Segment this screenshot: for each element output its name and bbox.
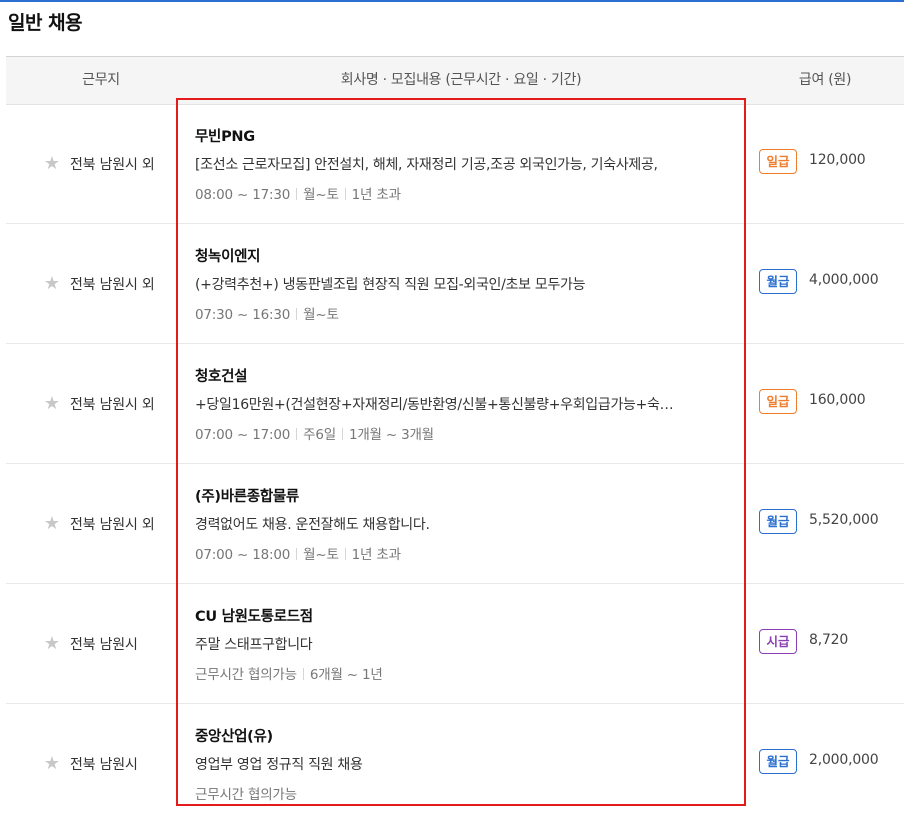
star-icon[interactable]: ★ — [42, 274, 62, 294]
pay-type-badge: 시급 — [759, 629, 797, 654]
pay-type-badge: 월급 — [759, 509, 797, 534]
top-accent-line — [0, 0, 904, 2]
section-title: 일반 채용 — [8, 12, 83, 34]
header-info: 회사명 · 모집내용 (근무시간 · 요일 · 기간) — [340, 72, 582, 88]
job-location: 전북 남원시 외 — [70, 397, 155, 413]
job-location: 전북 남원시 — [70, 637, 138, 653]
header-pay: 급여 (원) — [798, 72, 852, 88]
pay-amount: 160,000 — [809, 392, 866, 408]
pay-amount: 8,720 — [809, 632, 849, 648]
job-location: 전북 남원시 — [70, 757, 138, 773]
pay-amount: 5,520,000 — [809, 512, 879, 528]
pay-amount: 4,000,000 — [809, 272, 879, 288]
pay-type-badge: 일급 — [759, 149, 797, 174]
star-icon[interactable]: ★ — [42, 754, 62, 774]
star-icon[interactable]: ★ — [42, 634, 62, 654]
pay-amount: 2,000,000 — [809, 752, 879, 768]
star-icon[interactable]: ★ — [42, 514, 62, 534]
job-location: 전북 남원시 외 — [70, 157, 155, 173]
star-icon[interactable]: ★ — [42, 394, 62, 414]
pay-type-badge: 월급 — [759, 269, 797, 294]
pay-type-badge: 월급 — [759, 749, 797, 774]
star-icon[interactable]: ★ — [42, 154, 62, 174]
pay-amount: 120,000 — [809, 152, 866, 168]
highlight-box — [176, 98, 746, 806]
pay-type-badge: 일급 — [759, 389, 797, 414]
header-location: 근무지 — [82, 72, 120, 88]
job-location: 전북 남원시 외 — [70, 517, 155, 533]
job-location: 전북 남원시 외 — [70, 277, 155, 293]
